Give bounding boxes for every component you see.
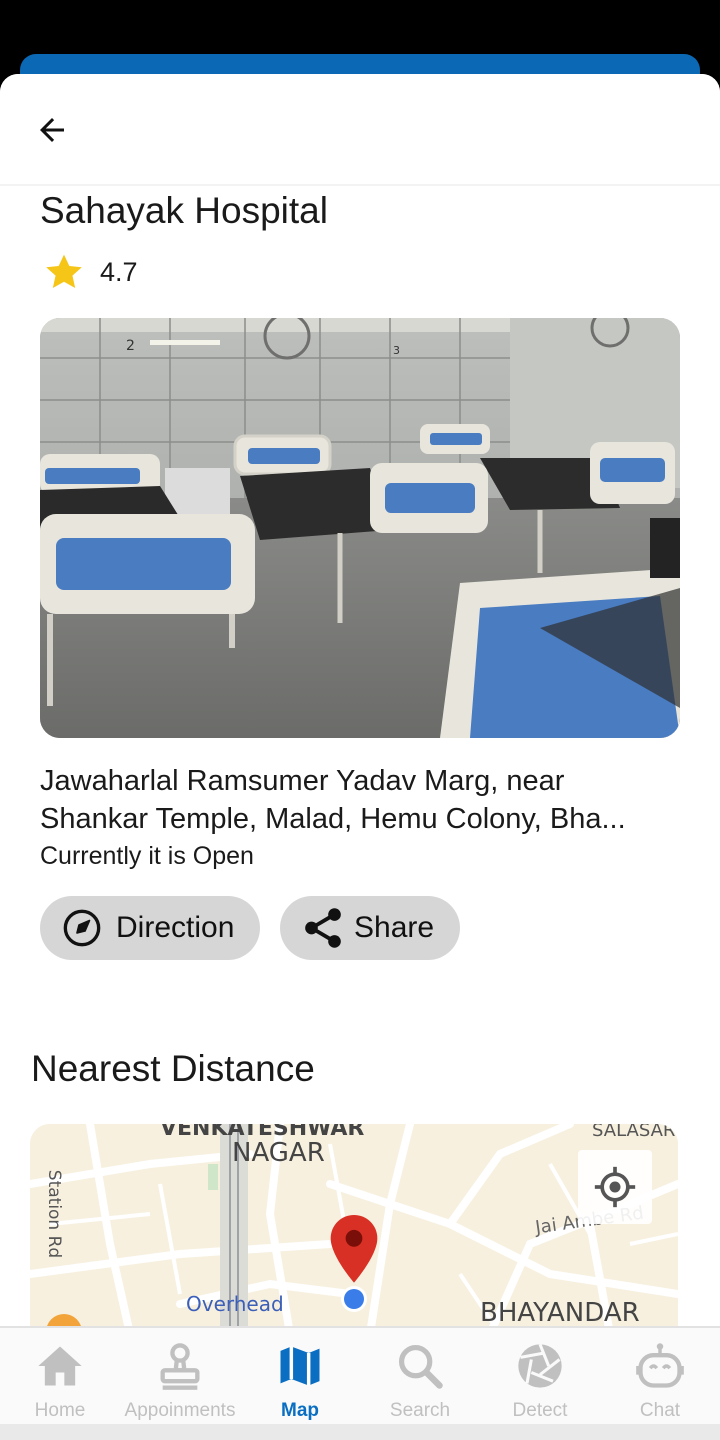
nav-label-home: Home [34,1400,86,1421]
header-bar [0,74,720,186]
map-label-nagar: NAGAR [232,1138,325,1168]
svg-text:3: 3 [393,344,400,357]
share-icon [305,908,341,948]
search-icon [398,1344,443,1389]
share-label: Share [354,911,435,944]
place-address: Jawaharlal Ramsumer Yadav Marg, near Sha… [40,762,680,838]
location-pin-icon[interactable] [326,1212,382,1288]
map-icon [280,1346,320,1386]
nearest-map[interactable]: VENKATESHWAR NAGAR SALASAR Station Rd Ja… [30,1124,678,1334]
svg-text:2: 2 [126,338,135,354]
share-button[interactable]: Share [280,896,460,960]
place-detail-sheet: Sahayak Hospital 4.7 2 3 Jawaharlal Rams… [0,74,720,1440]
address-line-1: Jawaharlal Ramsumer Yadav Marg, near [40,765,565,797]
my-location-button[interactable] [578,1150,652,1224]
crosshair-location-icon [594,1166,636,1208]
nav-label-appointments: Appoinments [124,1400,236,1421]
open-status: Currently it is Open [40,842,254,870]
direction-button[interactable]: Direction [40,896,260,960]
nav-label-detect: Detect [512,1400,568,1421]
rating-value: 4.7 [100,256,138,287]
bottom-navigation: Home Appoinments Map Search Detect Chat [0,1326,720,1440]
arrow-left-icon [40,118,64,142]
nav-label-map: Map [281,1400,319,1421]
robot-icon [636,1343,684,1388]
map-label-bhayandar: BHAYANDAR [480,1298,640,1328]
system-gesture-bar [0,1424,720,1440]
hospital-ward-photo: 2 3 [40,318,680,738]
address-line-2: Shankar Temple, Malad, Hemu Colony, Bha.… [40,803,626,835]
home-icon [38,1346,82,1386]
current-location-dot-icon [341,1286,367,1312]
nav-label-chat: Chat [639,1400,681,1421]
map-label-station-rd: Station Rd [44,1169,65,1259]
map-label-overhead: Overhead [186,1292,284,1316]
back-button[interactable] [26,104,78,156]
nav-label-search: Search [389,1400,451,1421]
map-label-salasar: SALASAR [592,1124,676,1141]
nearest-distance-heading: Nearest Distance [31,1048,315,1089]
direction-label: Direction [116,911,235,944]
aperture-icon [518,1343,562,1388]
place-title: Sahayak Hospital [40,190,328,231]
navigation-compass-icon [63,909,101,947]
star-icon [46,254,82,288]
appointment-stamp-icon [160,1343,200,1390]
rating-row: 4.7 [42,250,138,294]
